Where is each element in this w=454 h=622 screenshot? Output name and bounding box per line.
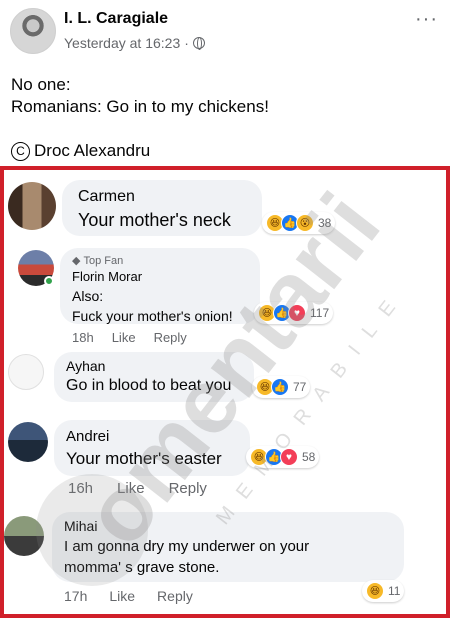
comment-text: Fuck your mother's onion! bbox=[72, 308, 233, 324]
reaction-summary[interactable]: 😆 👍 ♥ 117 bbox=[254, 302, 334, 324]
reply-button[interactable]: Reply bbox=[154, 330, 187, 345]
commenter-name[interactable]: Andrei bbox=[66, 428, 238, 445]
comment-time[interactable]: 16h bbox=[68, 480, 93, 497]
meta-separator: · bbox=[184, 35, 189, 51]
post-line: Romanians: Go in to my chickens! bbox=[11, 97, 269, 116]
post-header: I. L. Caragiale Yesterday at 16:23 · ··· bbox=[0, 0, 454, 64]
post-meta: Yesterday at 16:23 · bbox=[64, 35, 205, 51]
comment-text: I am gonna dry my underwer on your bbox=[64, 538, 310, 555]
comment-bubble: Andrei Your mother's easter bbox=[54, 420, 250, 476]
comment-text: momma' s grave stone. bbox=[64, 559, 220, 576]
commenter-avatar[interactable] bbox=[8, 354, 44, 390]
like-button[interactable]: Like bbox=[112, 330, 136, 345]
top-fan-badge: ◆ Top Fan bbox=[72, 254, 248, 268]
haha-icon: 😆 bbox=[366, 582, 384, 600]
copyright-icon: C bbox=[11, 141, 30, 161]
post-body: No one: Romanians: Go in to my chickens!… bbox=[11, 74, 269, 162]
reaction-summary[interactable]: 😆 👍 77 bbox=[252, 376, 311, 398]
reaction-count: 117 bbox=[310, 306, 330, 320]
commenter-avatar[interactable] bbox=[8, 422, 48, 462]
comment-time[interactable]: 18h bbox=[72, 330, 94, 345]
like-icon: 👍 bbox=[271, 378, 289, 396]
globe-icon bbox=[192, 37, 205, 50]
diamond-icon: ◆ bbox=[72, 255, 81, 267]
reaction-summary[interactable]: 😆 11 bbox=[362, 580, 405, 602]
love-icon: ♥ bbox=[280, 448, 298, 466]
reaction-summary[interactable]: 😆 👍 😮 38 bbox=[262, 212, 336, 234]
reaction-count: 38 bbox=[318, 216, 332, 230]
reply-button[interactable]: Reply bbox=[157, 588, 193, 604]
comment-item: ◆ Top Fan Florin Morar Also: Fuck your m… bbox=[0, 248, 446, 348]
comment-item: Carmen Your mother's neck 😆 👍 😮 38 bbox=[0, 180, 446, 240]
commenter-name[interactable]: Florin Morar bbox=[72, 269, 248, 284]
reaction-count: 77 bbox=[293, 380, 307, 394]
comment-item: Andrei Your mother's easter 😆 👍 ♥ 58 16h… bbox=[0, 420, 446, 500]
comment-actions: 16h Like Reply bbox=[68, 480, 207, 497]
more-options-icon[interactable]: ··· bbox=[415, 8, 438, 31]
commenter-name[interactable]: Carmen bbox=[78, 188, 246, 206]
commenter-name[interactable]: Mihai bbox=[64, 518, 392, 534]
like-button[interactable]: Like bbox=[117, 480, 145, 497]
love-icon: ♥ bbox=[288, 304, 306, 322]
reply-button[interactable]: Reply bbox=[169, 480, 207, 497]
author-avatar[interactable] bbox=[10, 8, 56, 54]
reaction-count: 11 bbox=[388, 584, 401, 598]
comment-text: Also: bbox=[72, 288, 104, 304]
comment-text: Go in blood to beat you bbox=[66, 377, 232, 394]
comment-text: Your mother's neck bbox=[78, 210, 231, 230]
top-fan-label: Top Fan bbox=[83, 254, 124, 267]
post-timestamp[interactable]: Yesterday at 16:23 bbox=[64, 35, 180, 51]
commenter-name[interactable]: Ayhan bbox=[66, 358, 242, 374]
reaction-summary[interactable]: 😆 👍 ♥ 58 bbox=[246, 446, 320, 468]
comment-item: Mihai I am gonna dry my underwer on your… bbox=[0, 512, 446, 608]
wow-icon: 😮 bbox=[296, 214, 314, 232]
post-line: No one: bbox=[11, 75, 71, 94]
like-button[interactable]: Like bbox=[109, 588, 135, 604]
commenter-avatar[interactable] bbox=[4, 516, 44, 556]
reaction-count: 58 bbox=[302, 450, 316, 464]
comment-bubble: Mihai I am gonna dry my underwer on your… bbox=[52, 512, 404, 582]
commenter-avatar[interactable] bbox=[8, 182, 56, 230]
comment-bubble: ◆ Top Fan Florin Morar Also: Fuck your m… bbox=[60, 248, 260, 324]
online-status bbox=[44, 276, 54, 286]
comment-time[interactable]: 17h bbox=[64, 588, 87, 604]
comment-bubble: Ayhan Go in blood to beat you bbox=[54, 352, 254, 402]
comment-text: Your mother's easter bbox=[66, 449, 222, 468]
comment-actions: 17h Like Reply bbox=[64, 588, 193, 604]
author-name[interactable]: I. L. Caragiale bbox=[64, 10, 168, 28]
comment-item: Ayhan Go in blood to beat you 😆 👍 77 bbox=[0, 352, 446, 408]
comment-actions: 18h Like Reply bbox=[72, 330, 187, 345]
credit-line: C Droc Alexandru bbox=[11, 140, 269, 162]
comment-bubble: Carmen Your mother's neck bbox=[62, 180, 262, 236]
credit-name: Droc Alexandru bbox=[34, 141, 151, 160]
